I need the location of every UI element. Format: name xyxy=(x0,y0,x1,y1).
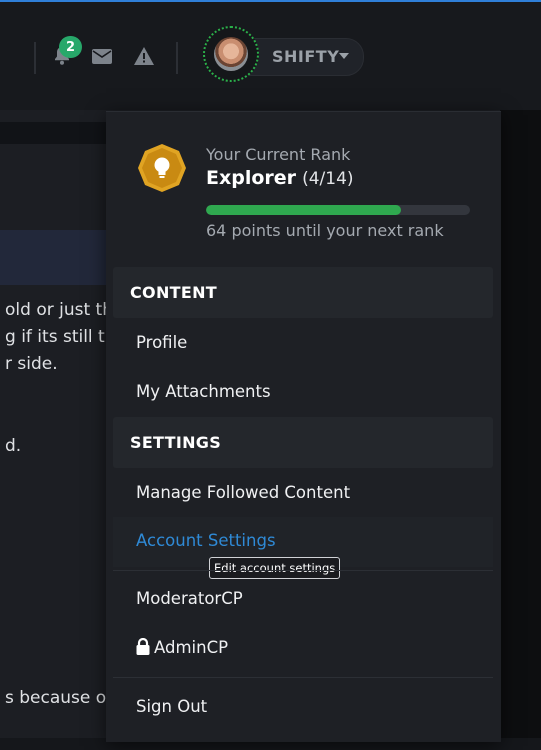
menu-item-moderatorcp[interactable]: ModeratorCP xyxy=(136,589,243,608)
avatar-image xyxy=(214,37,248,71)
rank-label: Your Current Rank xyxy=(206,145,351,164)
rank-next-text: 64 points until your next rank xyxy=(206,221,444,240)
background-band xyxy=(0,230,106,285)
background-text-line: r side. xyxy=(5,354,58,374)
header-separator xyxy=(176,42,178,74)
chevron-down-icon[interactable] xyxy=(339,53,349,59)
messages-button[interactable] xyxy=(90,44,114,68)
menu-item-manage-followed-content[interactable]: Manage Followed Content xyxy=(136,483,350,502)
rank-lightbulb-icon xyxy=(138,144,186,192)
menu-item-my-attachments[interactable]: My Attachments xyxy=(136,382,271,401)
menu-item-account-settings[interactable]: Account Settings xyxy=(136,531,276,550)
settings-section-title: SETTINGS xyxy=(130,433,222,452)
background-text-line: d. xyxy=(5,436,22,456)
avatar[interactable] xyxy=(203,26,259,82)
background-right-panel xyxy=(500,108,541,750)
account-settings-tooltip: Edit account settings xyxy=(209,557,341,579)
header-separator xyxy=(34,42,36,74)
menu-item-profile[interactable]: Profile xyxy=(136,333,187,352)
background-strip xyxy=(0,122,106,144)
background-text-line: old or just th xyxy=(5,300,113,320)
rank-progress-bar xyxy=(206,205,470,215)
background-text-line: g if its still th xyxy=(5,327,116,347)
warning-icon xyxy=(134,47,154,65)
rank-count: (4/14) xyxy=(302,169,354,189)
content-section-header: CONTENT xyxy=(113,267,493,318)
menu-divider xyxy=(113,570,493,571)
rank-title: Explorer (4/14) xyxy=(206,167,354,189)
alerts-button[interactable] xyxy=(132,44,156,68)
rank-name: Explorer xyxy=(206,167,297,189)
menu-item-admincp[interactable]: AdminCP xyxy=(136,638,228,657)
menu-item-sign-out[interactable]: Sign Out xyxy=(136,697,207,716)
content-section-title: CONTENT xyxy=(130,283,217,302)
envelope-icon xyxy=(92,48,112,64)
username-label[interactable]: SHIFTY xyxy=(272,47,339,66)
notification-count-badge: 2 xyxy=(59,36,82,58)
admincp-label: AdminCP xyxy=(154,638,229,657)
settings-section-header: SETTINGS xyxy=(113,417,493,468)
lock-icon xyxy=(136,638,150,655)
menu-divider xyxy=(113,677,493,678)
rank-progress-fill xyxy=(206,205,402,215)
background-text-line: s because olc xyxy=(5,688,121,708)
